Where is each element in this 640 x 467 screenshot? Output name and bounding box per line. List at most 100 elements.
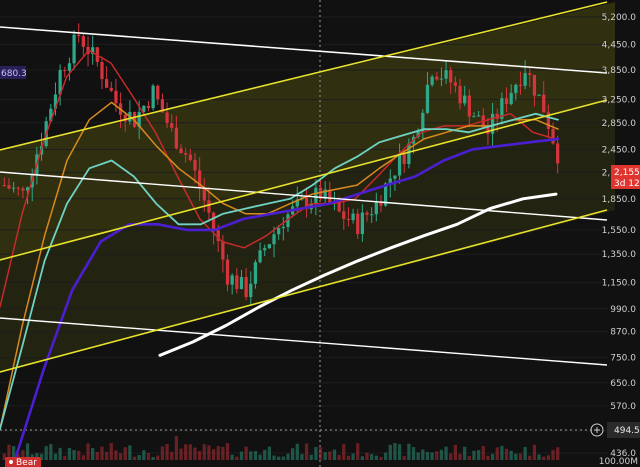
candle-body	[258, 250, 262, 263]
volume-bar	[490, 453, 495, 460]
volume-bar	[81, 455, 86, 460]
volume-bar	[542, 456, 546, 460]
candle-body	[407, 143, 411, 165]
price-tick-label: 570.0	[610, 402, 636, 412]
volume-bar	[379, 456, 383, 460]
volume-bar	[383, 452, 388, 460]
volume-bar	[351, 453, 355, 460]
price-chart[interactable]: 5,200.0 4,450.0 3,850.0 3,250.0 2,850.0 2,450…	[0, 0, 640, 467]
volume-bar	[523, 446, 527, 460]
candle-body	[109, 87, 113, 91]
volume-value: 494.5	[614, 426, 640, 436]
candle-body	[370, 214, 374, 216]
volume-bar	[290, 448, 295, 460]
volume-bar	[114, 450, 118, 460]
candle-body	[356, 213, 360, 235]
volume-bar	[188, 444, 192, 460]
price-tick-label: 1,150.0	[602, 278, 637, 288]
volume-bar	[109, 443, 113, 460]
candle-body	[253, 262, 258, 284]
volume-bar	[100, 446, 104, 460]
volume-bar	[476, 450, 481, 460]
volume-bar	[323, 452, 327, 460]
candle-body	[146, 105, 151, 109]
volume-bar	[504, 448, 509, 460]
volume-bar	[374, 455, 378, 460]
price-tick-label: 1,550.0	[602, 226, 637, 236]
candle-body	[211, 212, 216, 231]
volume-bar	[556, 447, 560, 460]
volume-bar	[44, 446, 48, 460]
candle-body	[81, 36, 86, 47]
candle-body	[504, 98, 509, 105]
candle-body	[7, 185, 11, 189]
volume-bar	[416, 452, 420, 460]
candle-body	[337, 202, 341, 212]
candle-body	[277, 228, 281, 235]
bear-badge[interactable]: Bear	[5, 457, 41, 467]
volume-bar	[118, 453, 123, 460]
candle-body	[249, 283, 253, 298]
price-tick-label: 4,450.0	[602, 40, 637, 50]
volume-bar	[249, 451, 253, 460]
candle-body	[221, 241, 225, 260]
candle-body	[267, 244, 272, 249]
price-tick-label: 870.0	[610, 327, 636, 337]
candle-body	[170, 123, 174, 128]
candle-body	[528, 73, 532, 75]
volume-bar	[230, 454, 234, 460]
candle-body	[518, 84, 523, 86]
volume-bar	[430, 452, 434, 460]
candle-body	[263, 248, 267, 251]
price-tick-label: 3,850.0	[602, 66, 637, 76]
volume-bar	[365, 452, 369, 460]
candle-body	[77, 34, 81, 37]
candle-body	[156, 85, 160, 100]
volume-bar	[86, 443, 90, 460]
volume-bar	[342, 444, 346, 460]
candle-body	[430, 76, 434, 85]
volume-bar	[435, 451, 439, 460]
candle-body	[72, 34, 76, 64]
candle-body	[272, 234, 276, 245]
volume-bar	[300, 454, 304, 460]
candle-body	[439, 78, 444, 80]
volume-bar	[453, 444, 458, 460]
candle-body	[184, 153, 188, 155]
volume-bar	[151, 456, 155, 460]
volume-bar	[518, 453, 523, 460]
candle-body	[444, 70, 448, 79]
volume-bar	[104, 451, 109, 460]
volume-bar	[253, 451, 258, 460]
volume-bar	[77, 450, 81, 460]
left-ma-label: 680.3	[0, 66, 27, 79]
volume-bar	[123, 447, 127, 460]
candle-body	[397, 153, 402, 176]
price-tick-label: 2,850.0	[602, 119, 637, 129]
volume-bar	[537, 454, 541, 460]
volume-bar	[318, 447, 323, 460]
price-tick-label: 1,850.0	[602, 195, 637, 205]
candle-body	[393, 175, 397, 179]
volume-bar	[346, 455, 351, 460]
volume-bar	[235, 456, 239, 460]
candle-body	[235, 275, 239, 290]
candle-body	[351, 213, 355, 221]
candle-body	[165, 112, 169, 124]
volume-bar	[356, 443, 360, 460]
volume-bar	[486, 455, 490, 460]
volume-bar	[546, 455, 551, 460]
volume-bar	[314, 447, 318, 460]
candle-body	[537, 94, 541, 96]
candle-body	[458, 85, 462, 104]
volume-bar	[174, 436, 179, 460]
volume-bar	[137, 454, 141, 460]
volume-bar	[239, 451, 244, 460]
volume-bar	[53, 453, 58, 460]
candle-body	[16, 187, 20, 189]
volume-bar	[281, 456, 285, 460]
price-tick-label: 990.0	[610, 305, 636, 315]
current-price-badge: 2,155. 3d 12h	[611, 165, 640, 189]
volume-bar	[95, 451, 99, 460]
volume-bar	[439, 449, 444, 460]
